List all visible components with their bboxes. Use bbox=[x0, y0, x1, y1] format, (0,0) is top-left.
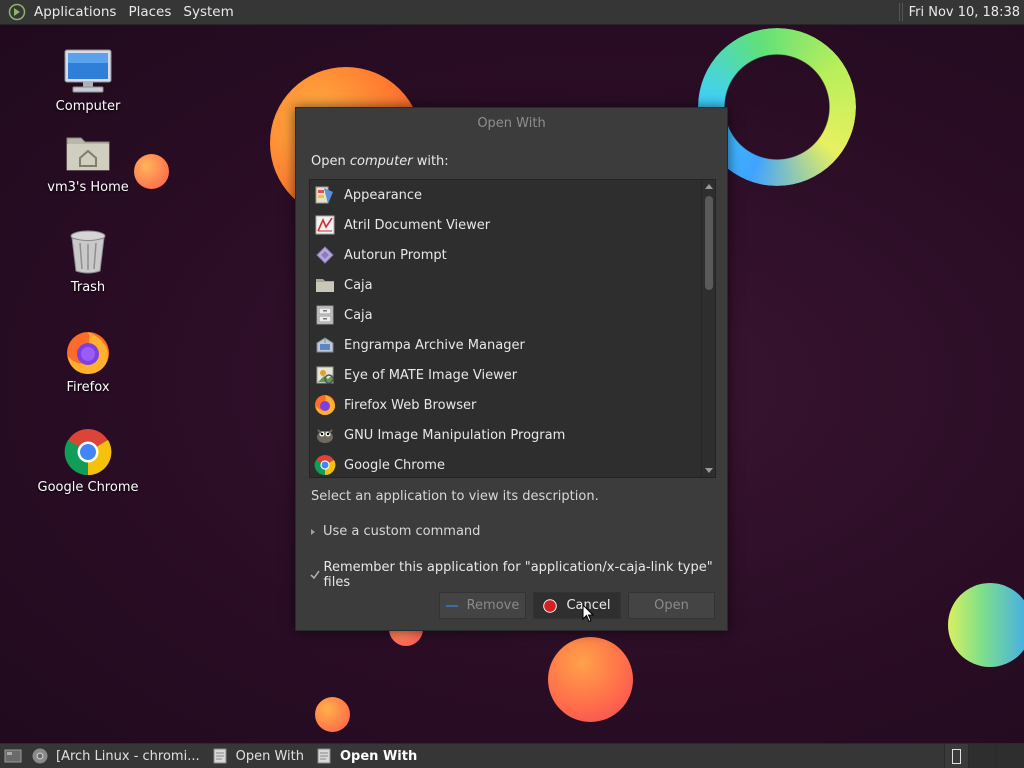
archive-icon bbox=[314, 334, 336, 356]
workspace-switcher[interactable] bbox=[944, 743, 1024, 768]
mate-logo-icon[interactable] bbox=[6, 1, 28, 23]
application-list[interactable]: Appearance Atril Document Viewer Autorun… bbox=[309, 179, 716, 478]
app-name: Caja bbox=[344, 307, 373, 323]
remember-label: Remember this application for "applicati… bbox=[323, 560, 713, 590]
prompt-target: computer bbox=[349, 154, 413, 169]
custom-command-label: Use a custom command bbox=[323, 524, 481, 539]
show-desktop-icon[interactable] bbox=[0, 744, 26, 768]
list-scrollbar[interactable] bbox=[701, 180, 715, 477]
app-description: Select an application to view its descri… bbox=[311, 489, 599, 504]
chrome-icon bbox=[314, 454, 336, 476]
autorun-icon bbox=[314, 244, 336, 266]
list-item[interactable]: Autorun Prompt bbox=[310, 240, 715, 270]
app-name: Appearance bbox=[344, 187, 423, 203]
dialog-prompt: Open computer with: bbox=[311, 154, 449, 169]
desktop-icon-label: Google Chrome bbox=[37, 480, 139, 495]
workspace-3[interactable] bbox=[996, 743, 1024, 768]
window-marker bbox=[952, 748, 961, 764]
desktop-icon-label: Trash bbox=[70, 280, 106, 295]
app-name: Firefox Web Browser bbox=[344, 397, 477, 413]
scroll-down-arrow-icon[interactable] bbox=[705, 468, 713, 473]
firefox-icon bbox=[62, 326, 114, 378]
workspace-2[interactable] bbox=[968, 743, 996, 768]
scroll-up-arrow-icon[interactable] bbox=[705, 184, 713, 189]
list-item[interactable]: Google Chrome bbox=[310, 450, 715, 477]
app-name: Atril Document Viewer bbox=[344, 217, 491, 233]
desktop-icon-firefox[interactable]: Firefox bbox=[33, 326, 143, 395]
app-name: Autorun Prompt bbox=[344, 247, 447, 263]
task-label: Open With bbox=[339, 748, 418, 764]
list-item[interactable]: Firefox Web Browser bbox=[310, 390, 715, 420]
custom-command-expander[interactable]: Use a custom command bbox=[311, 524, 480, 539]
menu-system[interactable]: System bbox=[177, 4, 239, 20]
list-item[interactable]: Engrampa Archive Manager bbox=[310, 330, 715, 360]
window-icon bbox=[212, 748, 228, 764]
dialog-title[interactable]: Open With bbox=[296, 108, 727, 140]
scroll-thumb[interactable] bbox=[705, 196, 713, 290]
desktop-icon-trash[interactable]: Trash bbox=[33, 226, 143, 295]
window-icon bbox=[316, 748, 332, 764]
trash-icon bbox=[62, 226, 114, 278]
clock[interactable]: Fri Nov 10, 18:38 bbox=[909, 5, 1024, 20]
workspace-1[interactable] bbox=[944, 743, 968, 768]
app-name: Google Chrome bbox=[344, 457, 445, 473]
open-button-label: Open bbox=[654, 598, 689, 613]
app-name: Eye of MATE Image Viewer bbox=[344, 367, 518, 383]
wallpaper-half-circle bbox=[948, 583, 1024, 667]
file-cabinet-icon bbox=[314, 304, 336, 326]
home-folder-icon bbox=[62, 126, 114, 178]
remove-button[interactable]: Remove bbox=[439, 592, 526, 619]
chrome-icon bbox=[62, 426, 114, 478]
firefox-icon bbox=[314, 394, 336, 416]
menu-applications[interactable]: Applications bbox=[28, 4, 122, 20]
task-label: Open With bbox=[235, 748, 304, 764]
desktop-icon-home[interactable]: vm3's Home bbox=[33, 126, 143, 195]
list-item[interactable]: Caja bbox=[310, 300, 715, 330]
expander-arrow-icon bbox=[311, 528, 315, 535]
app-name: Engrampa Archive Manager bbox=[344, 337, 525, 353]
folder-icon bbox=[314, 274, 336, 296]
atril-icon bbox=[314, 214, 336, 236]
gimp-icon bbox=[314, 424, 336, 446]
remove-button-label: Remove bbox=[466, 598, 520, 613]
wallpaper-small-circle bbox=[315, 697, 350, 732]
cancel-icon bbox=[543, 598, 558, 613]
list-item[interactable]: GNU Image Manipulation Program bbox=[310, 420, 715, 450]
menu-places[interactable]: Places bbox=[122, 4, 177, 20]
open-with-dialog: Open With Open computer with: Appearance… bbox=[295, 107, 728, 631]
cancel-button[interactable]: Cancel bbox=[533, 592, 621, 619]
computer-icon bbox=[62, 45, 114, 97]
remove-icon bbox=[445, 604, 458, 608]
panel-handle bbox=[898, 3, 903, 21]
desktop-icon-label: Firefox bbox=[66, 380, 110, 395]
taskbar-item-open-with-active[interactable]: Open With bbox=[310, 744, 423, 768]
wallpaper-medium-circle bbox=[548, 637, 633, 722]
desktop-icon-label: Computer bbox=[55, 99, 121, 114]
mouse-pointer-icon bbox=[582, 603, 595, 627]
list-item[interactable]: Appearance bbox=[310, 180, 715, 210]
desktop-icon-label: vm3's Home bbox=[47, 180, 129, 195]
remember-checkbox[interactable]: Remember this application for "applicati… bbox=[309, 560, 727, 590]
app-name: Caja bbox=[344, 277, 373, 293]
app-name: GNU Image Manipulation Program bbox=[344, 427, 566, 443]
chrome-icon bbox=[32, 748, 48, 764]
open-button[interactable]: Open bbox=[628, 592, 715, 619]
bottom-panel: [Arch Linux - chromi... Open With Open W… bbox=[0, 743, 1024, 768]
prompt-suffix: with: bbox=[412, 154, 449, 169]
taskbar-item-chromium[interactable]: [Arch Linux - chromi... bbox=[26, 744, 206, 768]
top-panel: Applications Places System Fri Nov 10, 1… bbox=[0, 0, 1024, 25]
list-item[interactable]: Atril Document Viewer bbox=[310, 210, 715, 240]
list-item[interactable]: Eye of MATE Image Viewer bbox=[310, 360, 715, 390]
taskbar-item-open-with[interactable]: Open With bbox=[206, 744, 310, 768]
checkmark-icon[interactable] bbox=[309, 569, 321, 581]
desktop-icon-computer[interactable]: Computer bbox=[33, 45, 143, 114]
prompt-prefix: Open bbox=[311, 154, 350, 169]
list-item[interactable]: Caja bbox=[310, 270, 715, 300]
desktop-icon-chrome[interactable]: Google Chrome bbox=[33, 426, 143, 495]
task-label: [Arch Linux - chromi... bbox=[56, 748, 200, 764]
image-viewer-icon bbox=[314, 364, 336, 386]
appearance-icon bbox=[314, 184, 336, 206]
